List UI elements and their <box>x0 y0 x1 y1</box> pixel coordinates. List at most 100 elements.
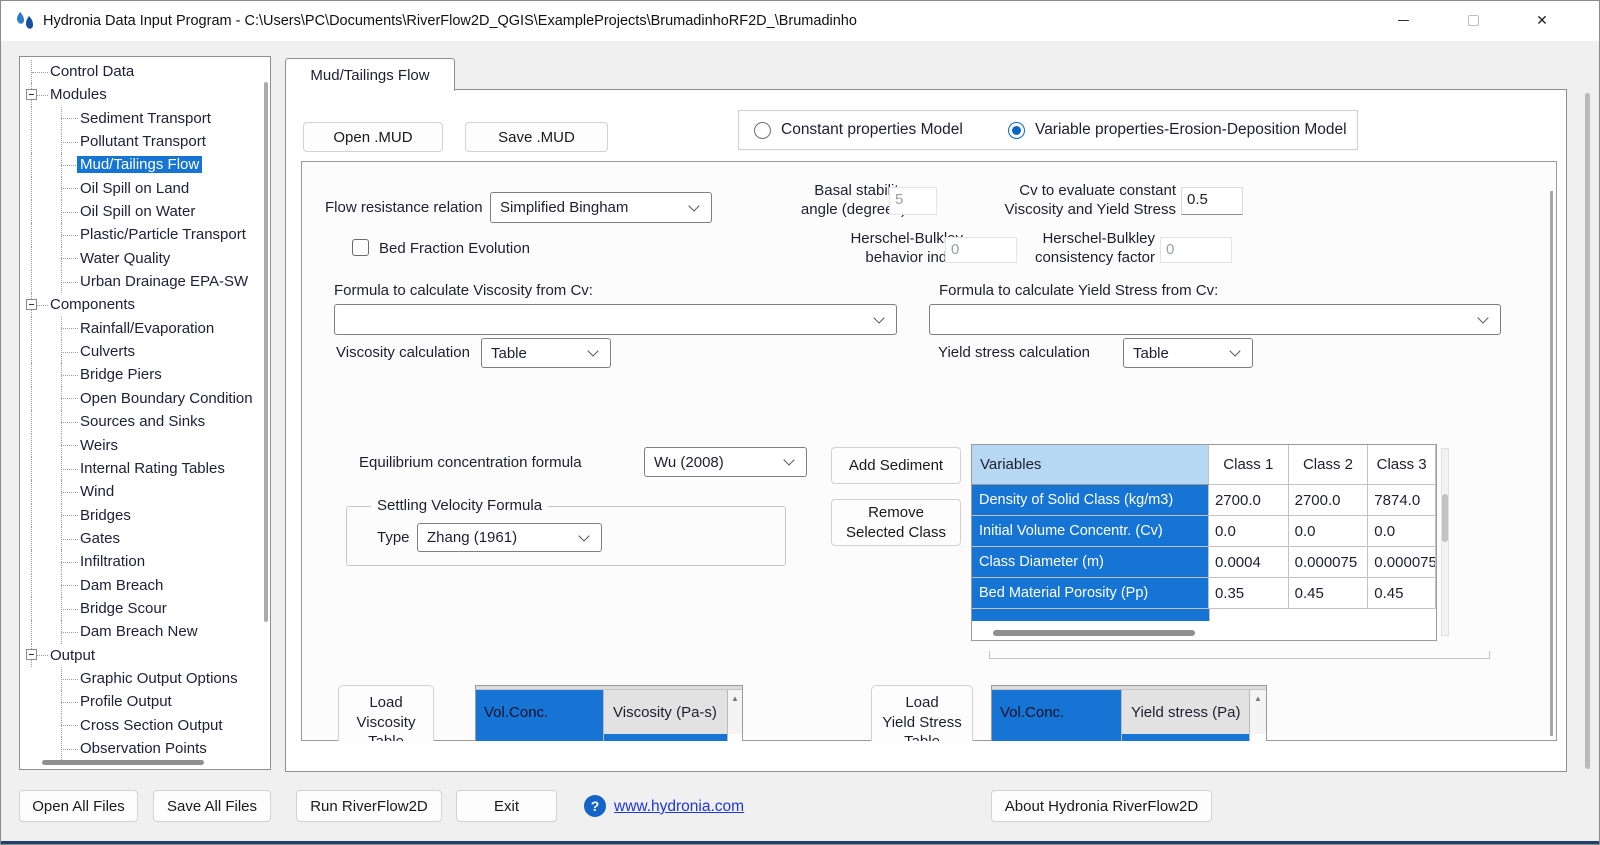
class-table-vertical-scrollbar[interactable] <box>1441 448 1449 636</box>
class-table-cell[interactable]: 0.000075 <box>1289 547 1369 578</box>
tree-item-sediment-transport[interactable]: Sediment Transport <box>20 107 270 130</box>
tree-item-cross-section-output[interactable]: Cross Section Output <box>20 714 270 737</box>
equilibrium-formula-select[interactable]: Wu (2008) <box>644 447 807 477</box>
viscosity-table-col-viscosity[interactable]: Viscosity (Pa-s) <box>604 690 728 734</box>
title-bar[interactable]: Hydronia Data Input Program - C:\Users\P… <box>1 1 1599 41</box>
class-table-cell[interactable]: 0.000075 <box>1368 547 1436 578</box>
open-mud-button[interactable]: Open .MUD <box>303 122 443 152</box>
class-table-row-label[interactable]: Class Diameter (m) <box>972 547 1209 578</box>
yield-table-col-yieldstress[interactable]: Yield stress (Pa) <box>1122 690 1250 734</box>
help-icon[interactable]: ? <box>584 795 606 817</box>
tree-item-internal-rating-tables[interactable]: Internal Rating Tables <box>20 457 270 480</box>
run-riverflow2d-button[interactable]: Run RiverFlow2D <box>296 790 442 822</box>
tree-item-bridges[interactable]: Bridges <box>20 504 270 527</box>
hb-consistency-input[interactable]: 0 <box>1160 237 1232 263</box>
save-all-files-button[interactable]: Save All Files <box>153 790 271 822</box>
panel-vertical-scrollbar[interactable] <box>1550 191 1553 736</box>
class-table-cell[interactable]: 2700.0 <box>1209 485 1289 516</box>
collapse-icon[interactable] <box>26 299 37 310</box>
class-table-cell[interactable]: 7874.0 <box>1368 485 1436 516</box>
flow-resistance-select[interactable]: Simplified Bingham <box>490 192 712 223</box>
collapse-icon[interactable] <box>26 649 37 660</box>
close-button[interactable]: ✕ <box>1519 3 1565 38</box>
tree-item-dam-breach-new[interactable]: Dam Breach New <box>20 620 270 643</box>
class-table-cell[interactable]: 0.0 <box>1368 516 1436 547</box>
tree-item-open-boundary-condition[interactable]: Open Boundary Condition <box>20 387 270 410</box>
open-all-files-button[interactable]: Open All Files <box>19 790 138 822</box>
tree-item-gates[interactable]: Gates <box>20 527 270 550</box>
tree-item-mud-tailings-flow[interactable]: Mud/Tailings Flow <box>20 153 270 176</box>
class-table-cell[interactable]: 2700.0 <box>1289 485 1369 516</box>
tree-item-water-quality[interactable]: Water Quality <box>20 247 270 270</box>
tree-item-pollutant-transport[interactable]: Pollutant Transport <box>20 130 270 153</box>
bed-fraction-label[interactable]: Bed Fraction Evolution <box>379 240 530 257</box>
about-button[interactable]: About Hydronia RiverFlow2D <box>991 790 1212 822</box>
tree-item-dam-breach[interactable]: Dam Breach <box>20 574 270 597</box>
hb-behavior-input[interactable]: 0 <box>945 237 1017 263</box>
tree-item-graphic-output-options[interactable]: Graphic Output Options <box>20 667 270 690</box>
remove-selected-class-button[interactable]: Remove Selected Class <box>831 499 961 546</box>
tree-item-urban-drainage-epa-sw[interactable]: Urban Drainage EPA-SW <box>20 270 270 293</box>
settling-type-select[interactable]: Zhang (1961) <box>417 523 602 552</box>
bed-fraction-checkbox[interactable] <box>352 239 369 256</box>
viscosity-table-scrollbar[interactable]: ▲ <box>728 690 742 734</box>
load-viscosity-table-button[interactable]: Load Viscosity Table <box>338 685 434 741</box>
class-table-horizontal-scrollbar[interactable] <box>983 629 1423 637</box>
tree-item-bridge-scour[interactable]: Bridge Scour <box>20 597 270 620</box>
scroll-up-icon[interactable]: ▲ <box>1254 694 1262 734</box>
scroll-up-icon[interactable]: ▲ <box>731 694 739 734</box>
scrollbar-thumb[interactable] <box>993 630 1195 636</box>
radio-variable-properties-label[interactable]: Variable properties-Erosion-Deposition M… <box>1035 121 1347 139</box>
class-table-cell[interactable]: 0.0004 <box>1209 547 1289 578</box>
yield-table-selected-cell[interactable] <box>1122 734 1250 741</box>
tree-item-rainfall-evaporation[interactable]: Rainfall/Evaporation <box>20 317 270 340</box>
collapse-icon[interactable] <box>26 89 37 100</box>
tree-item-bridge-piers[interactable]: Bridge Piers <box>20 363 270 386</box>
tree-item-modules[interactable]: Modules <box>20 83 270 106</box>
class-table-cell[interactable]: 0.0 <box>1289 516 1369 547</box>
radio-constant-properties-label[interactable]: Constant properties Model <box>781 121 963 139</box>
yield-formula-select[interactable] <box>929 304 1501 335</box>
tree-item-oil-spill-on-water[interactable]: Oil Spill on Water <box>20 200 270 223</box>
tree-item-control-data[interactable]: Control Data <box>20 60 270 83</box>
tab-mud-tailings-flow[interactable]: Mud/Tailings Flow <box>285 58 455 91</box>
cv-constant-input[interactable]: 0.5 <box>1181 187 1243 215</box>
class-table-cell[interactable]: 0.45 <box>1368 578 1436 609</box>
tree-item-oil-spill-on-land[interactable]: Oil Spill on Land <box>20 177 270 200</box>
exit-button[interactable]: Exit <box>456 790 557 822</box>
page-vertical-scrollbar[interactable] <box>1585 93 1590 769</box>
viscosity-table-selected-cell[interactable] <box>604 734 728 741</box>
class-table-cell[interactable]: 0.35 <box>1209 578 1289 609</box>
tree-item-wind[interactable]: Wind <box>20 480 270 503</box>
tree-item-infiltration[interactable]: Infiltration <box>20 550 270 573</box>
tree-item-culverts[interactable]: Culverts <box>20 340 270 363</box>
class-table-cell[interactable]: 0.0 <box>1209 516 1289 547</box>
tree-item-components[interactable]: Components <box>20 293 270 316</box>
minimize-button[interactable] <box>1380 3 1426 38</box>
class-table-cell[interactable]: 0.45 <box>1289 578 1369 609</box>
tree-item-output[interactable]: Output <box>20 644 270 667</box>
basal-angle-input[interactable]: 5 <box>889 187 937 215</box>
tree-item-plastic-particle-transport[interactable]: Plastic/Particle Transport <box>20 223 270 246</box>
class-table-row-label[interactable]: Initial Volume Concentr. (Cv) <box>972 516 1209 547</box>
radio-constant-properties[interactable] <box>754 122 771 139</box>
tree-horizontal-scrollbar[interactable] <box>42 760 204 765</box>
class-table-row-label[interactable]: Bed Material Porosity (Pp) <box>972 578 1209 609</box>
yield-table-selected-cell[interactable] <box>992 734 1122 741</box>
add-sediment-button[interactable]: Add Sediment <box>831 447 961 484</box>
viscosity-formula-select[interactable] <box>334 304 897 335</box>
scrollbar-thumb[interactable] <box>1442 494 1448 542</box>
tree-item-sources-and-sinks[interactable]: Sources and Sinks <box>20 410 270 433</box>
yield-calc-select[interactable]: Table <box>1123 338 1253 368</box>
yield-table-col-volconc[interactable]: Vol.Conc. <box>992 690 1122 734</box>
viscosity-table-col-volconc[interactable]: Vol.Conc. <box>476 690 604 734</box>
hydronia-website-link[interactable]: www.hydronia.com <box>614 798 744 816</box>
radio-variable-properties[interactable] <box>1008 122 1025 139</box>
viscosity-calc-select[interactable]: Table <box>481 338 611 368</box>
viscosity-table-selected-cell[interactable] <box>476 734 604 741</box>
save-mud-button[interactable]: Save .MUD <box>465 122 608 152</box>
tree-item-weirs[interactable]: Weirs <box>20 434 270 457</box>
class-table-row-label[interactable]: Density of Solid Class (kg/m3) <box>972 485 1209 516</box>
tree-item-profile-output[interactable]: Profile Output <box>20 690 270 713</box>
yield-table-scrollbar[interactable]: ▲ <box>1250 690 1266 734</box>
